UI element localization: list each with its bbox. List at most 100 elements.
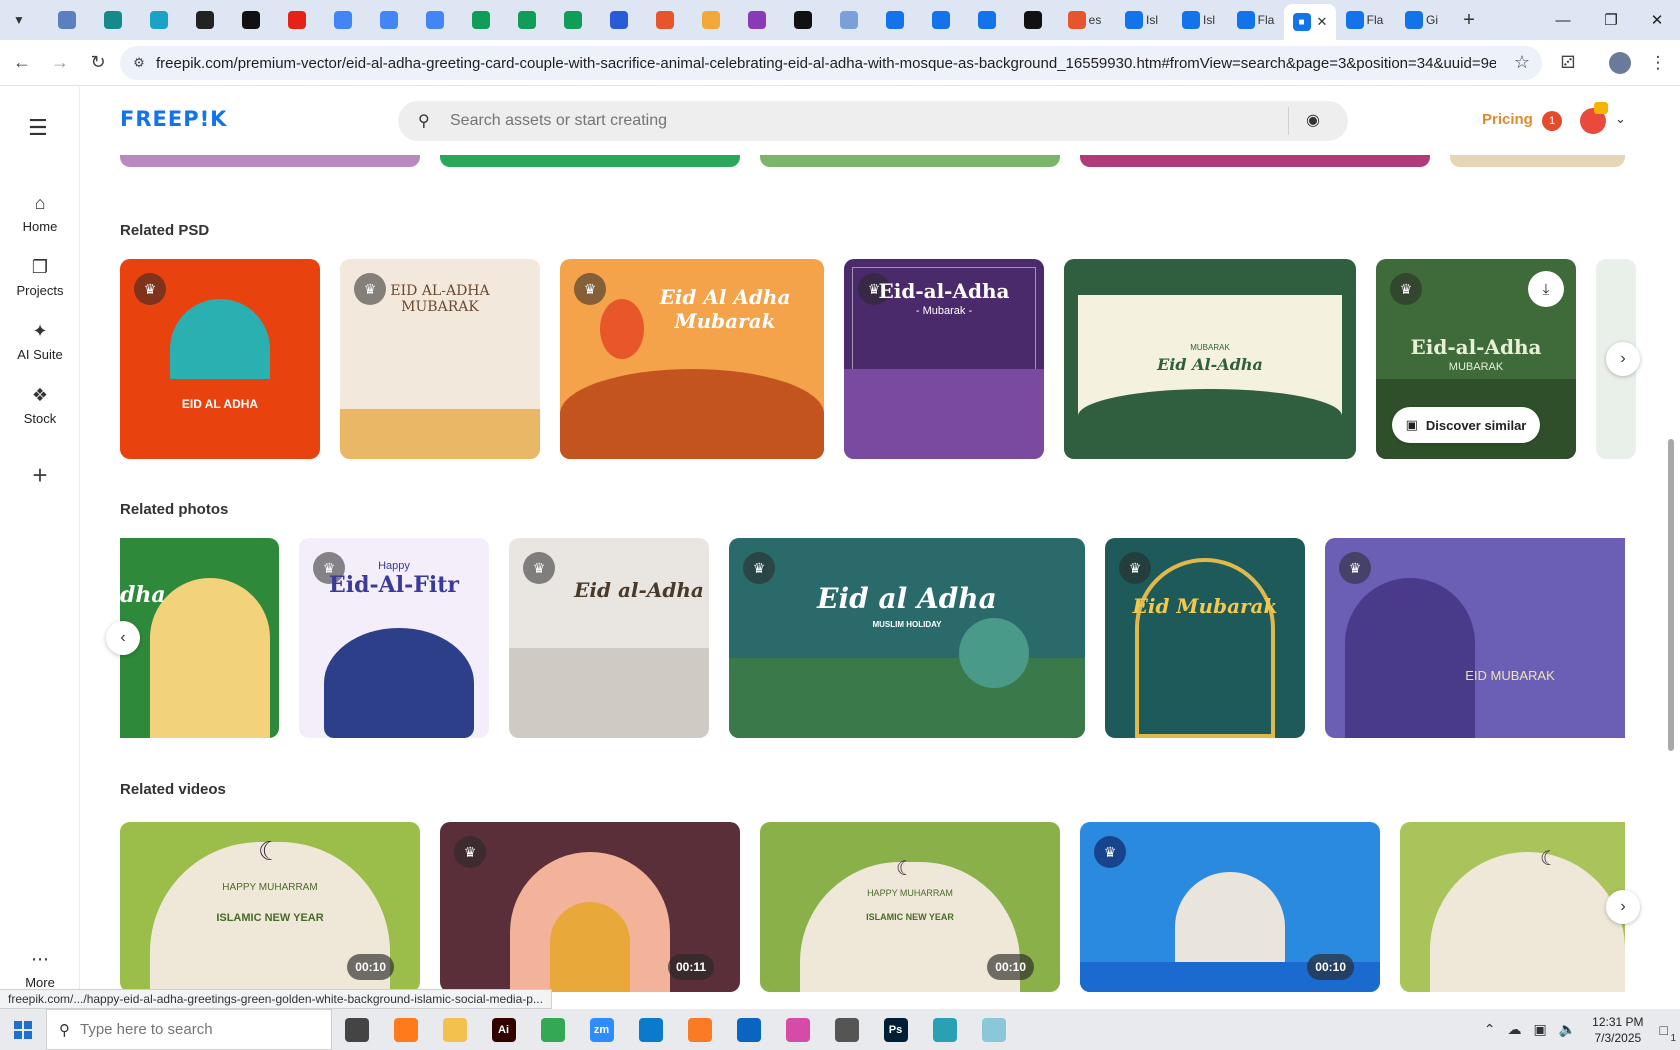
freepik-logo[interactable]: FREEP!K [120, 107, 227, 131]
psd-card-3[interactable]: ♛ Eid Al Adha Mubarak [560, 259, 824, 459]
browser-tab[interactable]: Gi [1393, 5, 1450, 35]
browser-tab[interactable] [504, 5, 550, 35]
discover-similar-button[interactable]: ▣ Discover similar [1392, 407, 1540, 443]
nav-item-projects[interactable]: ❐ Projects [0, 255, 80, 298]
reload-button[interactable]: ↻ [82, 47, 114, 79]
download-icon[interactable]: ⤓ [1528, 271, 1564, 307]
omnibox[interactable]: ⚙ freepik.com/premium-vector/eid-al-adha… [120, 46, 1542, 80]
photo-card-2[interactable]: ♛ Happy Eid-Al-Fitr [299, 538, 489, 738]
taskbar-app-illustrator[interactable]: Ai [479, 1009, 528, 1050]
psd-card-1[interactable]: ♛ EID AL ADHA [120, 259, 320, 459]
taskbar-search-box[interactable]: ⚲ [46, 1009, 332, 1050]
url-text[interactable]: freepik.com/premium-vector/eid-al-adha-g… [156, 55, 1496, 72]
psd-card-5[interactable]: Desktop Wallpaper MUBARAK Eid Al-Adha [1064, 259, 1356, 459]
taskbar-app-xampp[interactable] [675, 1009, 724, 1050]
video-card-3[interactable]: ☾ HAPPY MUHARRAM ISLAMIC NEW YEAR 00:10 [760, 822, 1060, 992]
browser-tab[interactable] [274, 5, 320, 35]
search-bar[interactable]: ⚲ ◉ [398, 101, 1348, 141]
browser-tab[interactable] [872, 5, 918, 35]
video-card-1[interactable]: ☾ HAPPY MUHARRAM ISLAMIC NEW YEAR 00:10 [120, 822, 420, 992]
browser-tab[interactable] [228, 5, 274, 35]
browser-tab[interactable] [596, 5, 642, 35]
bookmark-star-icon[interactable]: ☆ [1514, 52, 1530, 73]
browser-tab[interactable] [458, 5, 504, 35]
previous-row-card[interactable] [1450, 155, 1625, 167]
taskbar-app-task-view[interactable] [332, 1009, 381, 1050]
photo-card-5[interactable]: ♛ Eid Mubarak [1105, 538, 1305, 738]
taskbar-app-photoshop[interactable]: Ps [871, 1009, 920, 1050]
video-card-2[interactable]: ♛ 00:11 [440, 822, 740, 992]
notifications-icon[interactable]: □ 1 [1660, 1022, 1676, 1044]
browser-tab[interactable] [734, 5, 780, 35]
browser-tab[interactable] [44, 5, 90, 35]
tab-search-icon[interactable]: ▼ [6, 7, 32, 33]
camera-search-icon[interactable]: ◉ [1306, 110, 1320, 130]
nav-item-home[interactable]: ⌂ Home [0, 191, 80, 234]
browser-tab[interactable] [412, 5, 458, 35]
browser-menu-icon[interactable]: ⋮ [1642, 47, 1674, 79]
previous-row-card[interactable] [760, 155, 1060, 167]
notification-badge[interactable]: 1 [1542, 111, 1562, 131]
previous-row-card[interactable] [120, 155, 420, 167]
scrollbar-thumb[interactable] [1668, 439, 1674, 751]
browser-tab[interactable] [780, 5, 826, 35]
minimize-button[interactable]: — [1540, 0, 1586, 40]
psd-card-6[interactable]: ♛ ⤓ Eid-al-Adha MUBARAK ▣ Discover simil… [1376, 259, 1576, 459]
page-scrollbar[interactable] [1666, 87, 1676, 1009]
browser-tab[interactable] [964, 5, 1010, 35]
chevron-down-icon[interactable]: ⌄ [1615, 111, 1626, 127]
previous-row-card[interactable] [1080, 155, 1430, 167]
browser-tab[interactable]: es [1056, 5, 1113, 35]
taskbar-app-app-notes[interactable] [969, 1009, 1018, 1050]
browser-tab[interactable] [136, 5, 182, 35]
active-tab[interactable]: ■ ✕ [1284, 4, 1336, 40]
browser-tab[interactable] [688, 5, 734, 35]
taskbar-app-chrome[interactable] [528, 1009, 577, 1050]
volume-icon[interactable]: 🔈 [1559, 1021, 1576, 1038]
taskbar-app-file-explorer[interactable] [430, 1009, 479, 1050]
add-button[interactable]: + [20, 455, 60, 495]
nav-item-more[interactable]: ⋯ More [0, 947, 80, 990]
close-window-button[interactable]: ✕ [1634, 0, 1680, 40]
pricing-link[interactable]: Pricing [1482, 111, 1533, 128]
photo-card-3[interactable]: ♛ Eid al-Adha [509, 538, 709, 738]
video-card-5[interactable]: ☾ [1400, 822, 1625, 992]
browser-tab[interactable] [642, 5, 688, 35]
taskbar-app-outlook[interactable] [724, 1009, 773, 1050]
taskbar-search-input[interactable] [80, 1021, 260, 1038]
search-input[interactable] [450, 109, 1250, 133]
restore-button[interactable]: ❐ [1588, 0, 1634, 40]
browser-tab[interactable]: Fla [1336, 5, 1393, 35]
browser-tab[interactable] [320, 5, 366, 35]
taskbar-app-firefox[interactable] [381, 1009, 430, 1050]
psd-card-2[interactable]: ♛ EID AL-ADHA MUBARAK [340, 259, 540, 459]
network-icon[interactable]: ▣ [1533, 1021, 1546, 1038]
browser-tab[interactable] [918, 5, 964, 35]
photo-card-4[interactable]: ♛ Eid al Adha MUSLIM HOLIDAY [729, 538, 1085, 738]
back-button[interactable]: ← [6, 47, 38, 79]
taskbar-app-vscode[interactable] [626, 1009, 675, 1050]
psd-card-4[interactable]: ♛ Eid-al-Adha - Mubarak - [844, 259, 1044, 459]
new-tab-button[interactable]: + [1454, 5, 1484, 35]
hamburger-menu-icon[interactable]: ☰ [28, 115, 48, 141]
clock[interactable]: 12:31 PM 7/3/2025 [1592, 1014, 1643, 1046]
psd-next-arrow-button[interactable]: › [1606, 342, 1640, 376]
profile-icon[interactable] [1604, 47, 1636, 79]
extensions-icon[interactable]: ⚂ [1552, 47, 1584, 79]
browser-tab[interactable] [182, 5, 228, 35]
taskbar-app-pen-tool[interactable] [822, 1009, 871, 1050]
previous-row-card[interactable] [440, 155, 740, 167]
videos-next-arrow-button[interactable]: › [1606, 890, 1640, 924]
taskbar-app-affinity[interactable] [773, 1009, 822, 1050]
chevron-up-icon[interactable]: ⌃ [1484, 1021, 1496, 1038]
nav-item-stock[interactable]: ❖ Stock [0, 383, 80, 426]
site-info-icon[interactable]: ⚙ [126, 55, 152, 71]
onedrive-icon[interactable]: ☁ [1507, 1021, 1521, 1038]
photo-card-1[interactable]: dha [120, 538, 279, 738]
start-button[interactable] [0, 1009, 46, 1050]
browser-tab[interactable] [90, 5, 136, 35]
browser-tab[interactable]: Fla [1227, 5, 1284, 35]
taskbar-app-zoom[interactable]: zm [577, 1009, 626, 1050]
forward-button[interactable]: → [44, 47, 76, 79]
browser-tab[interactable] [1010, 5, 1056, 35]
